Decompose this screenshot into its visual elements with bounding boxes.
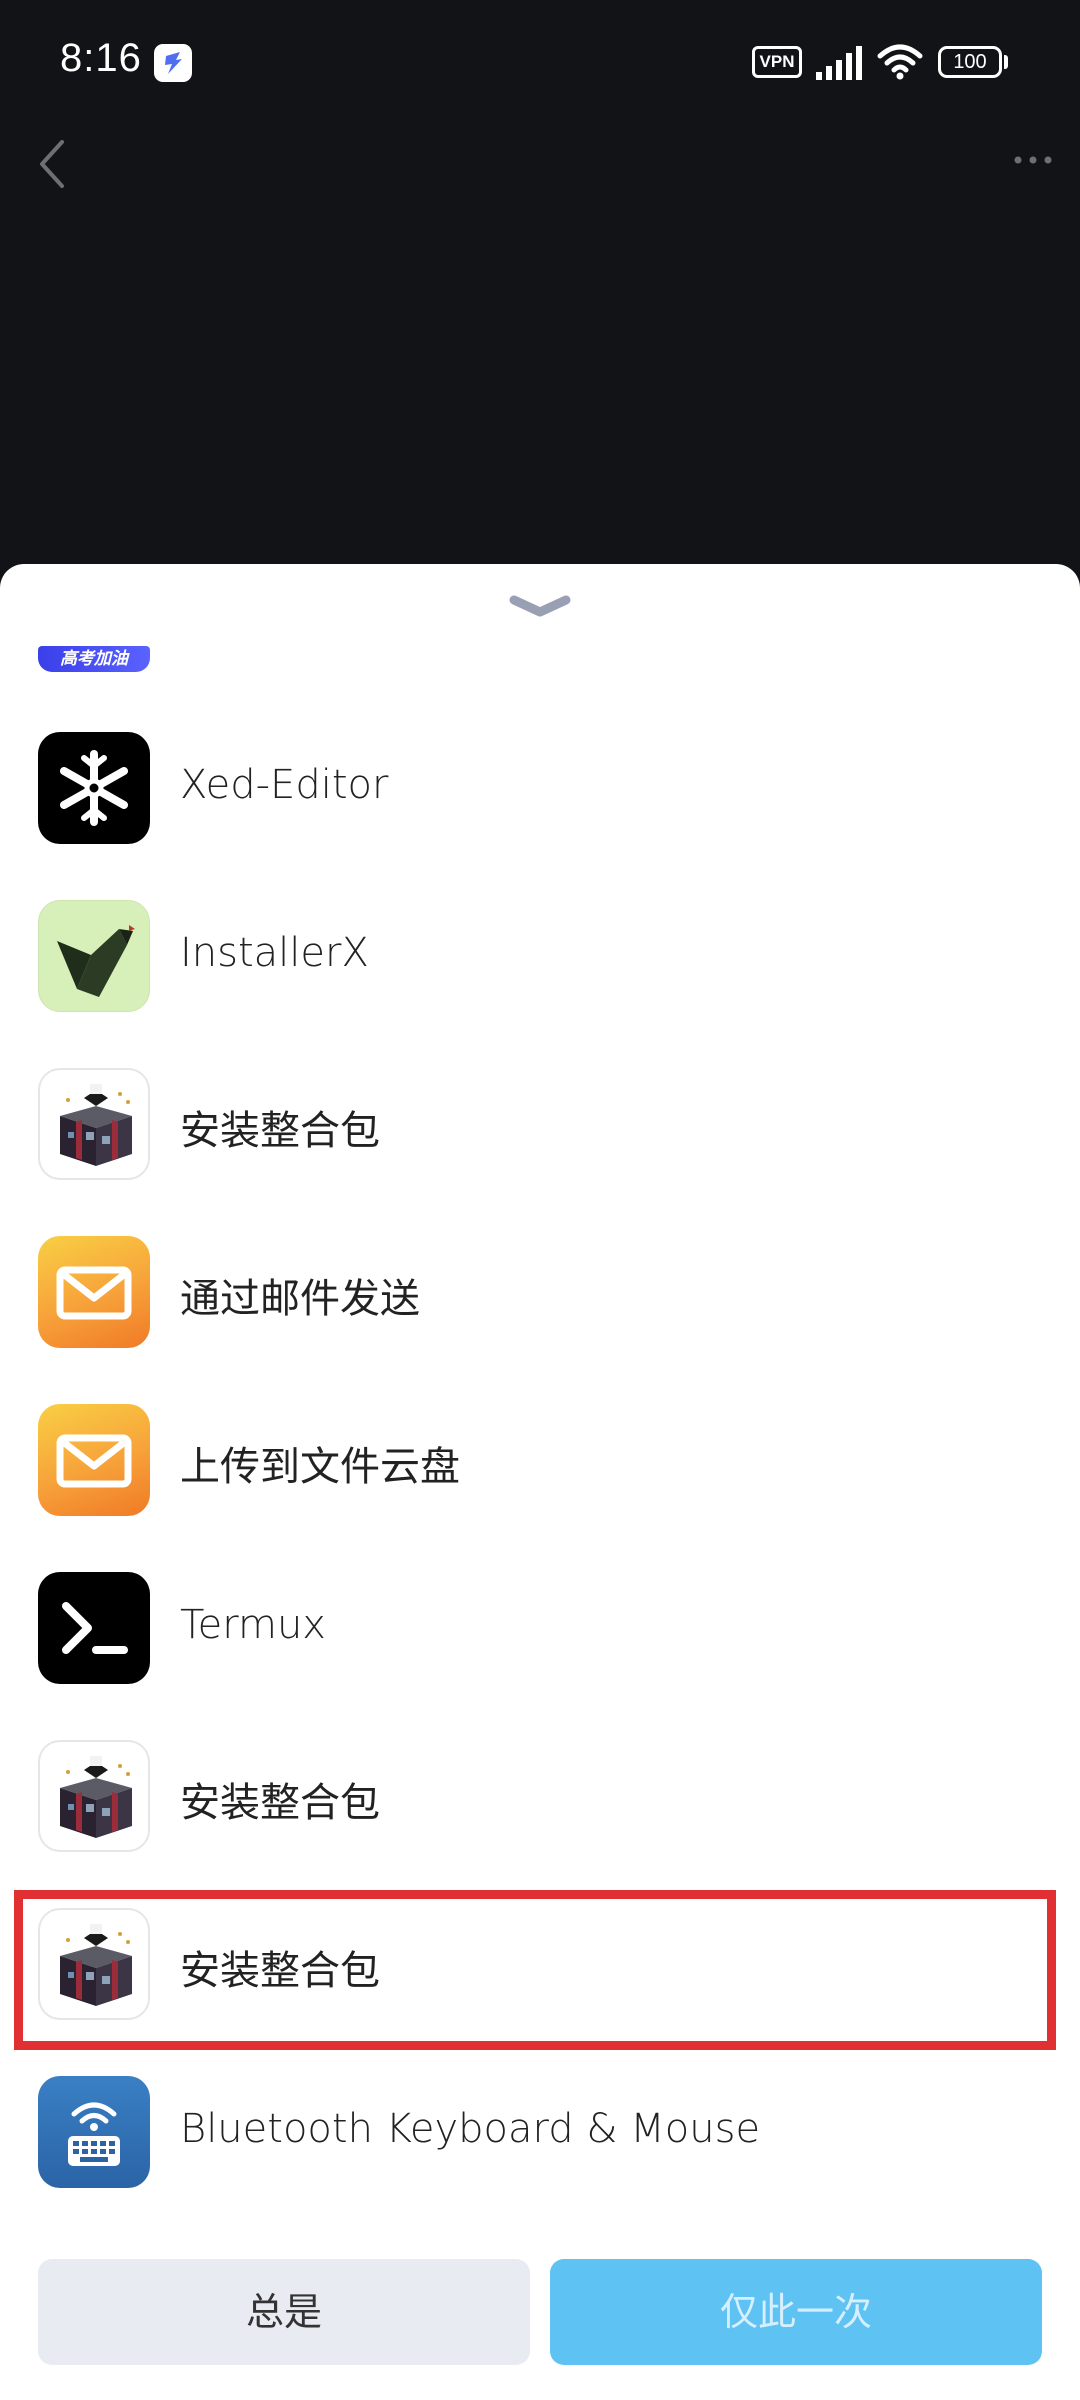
chevron-left-icon xyxy=(40,140,64,188)
vpn-icon: VPN xyxy=(752,46,802,78)
app-item-upload-to-cloud-drive[interactable]: 上传到文件云盘 xyxy=(0,1386,1080,1554)
app-item-xed-editor[interactable]: Xed-Editor xyxy=(0,714,1080,882)
more-options-button[interactable] xyxy=(1000,130,1070,200)
app-item-installerx[interactable]: InstallerX xyxy=(0,882,1080,1050)
chevron-down-icon xyxy=(509,595,571,617)
app-label: 安装整合包 xyxy=(180,1108,380,1154)
battery-tip xyxy=(1004,55,1008,69)
wifi-icon xyxy=(877,44,923,80)
signal-icon xyxy=(816,46,862,80)
just-once-button[interactable]: 仅此一次 xyxy=(550,2259,1042,2365)
modpack-installer-icon xyxy=(38,1740,150,1852)
app-label: 上传到文件云盘 xyxy=(180,1444,460,1490)
promo-badge: 高考加油 xyxy=(38,646,150,672)
app-label: InstallerX xyxy=(180,930,369,976)
share-sheet: 高考加油 Xed-Editor InstallerX 安装整合包 通过邮件发送 … xyxy=(0,564,1080,2400)
app-item-termux[interactable]: Termux xyxy=(0,1554,1080,1722)
modpack-installer-icon xyxy=(38,1908,150,2020)
app-item-modpack-installer-highlighted[interactable]: 安装整合包 xyxy=(0,1890,1080,2058)
notification-app-icon xyxy=(154,44,192,82)
mail-icon xyxy=(38,1404,150,1516)
app-item-modpack-installer[interactable]: 安装整合包 xyxy=(0,1050,1080,1218)
bluetooth-keyboard-icon xyxy=(38,2076,150,2188)
modpack-installer-icon xyxy=(38,1068,150,1180)
app-label: Bluetooth Keyboard & Mouse xyxy=(180,2106,761,2152)
always-button[interactable]: 总是 xyxy=(38,2259,530,2365)
app-label: Termux xyxy=(180,1602,326,1648)
installerx-icon xyxy=(38,900,150,1012)
screen: 8:16 VPN 100 高考加油 Xed-Editor InstallerX … xyxy=(0,0,1080,2400)
battery-icon: 100 xyxy=(938,46,1002,78)
more-icon xyxy=(1014,156,1052,164)
app-label: 安装整合包 xyxy=(180,1948,380,1994)
status-time: 8:16 xyxy=(60,36,142,80)
app-label: 通过邮件发送 xyxy=(180,1276,420,1322)
termux-icon xyxy=(38,1572,150,1684)
back-button[interactable] xyxy=(20,130,90,200)
xed-editor-icon xyxy=(38,732,150,844)
app-item-modpack-installer[interactable]: 安装整合包 xyxy=(0,1722,1080,1890)
app-label: 安装整合包 xyxy=(180,1780,380,1826)
app-label: Xed-Editor xyxy=(180,762,389,808)
collapse-sheet-handle[interactable] xyxy=(500,588,580,628)
app-item-bluetooth-keyboard-mouse[interactable]: Bluetooth Keyboard & Mouse xyxy=(0,2058,1080,2226)
mail-icon xyxy=(38,1236,150,1348)
status-bar: 8:16 VPN 100 xyxy=(0,0,1080,130)
app-item-send-by-email[interactable]: 通过邮件发送 xyxy=(0,1218,1080,1386)
